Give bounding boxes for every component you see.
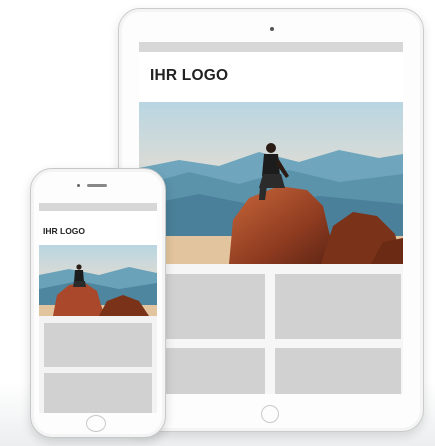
tablet-tile bbox=[275, 348, 401, 394]
tablet-logo[interactable]: IHR LOGO bbox=[150, 67, 228, 85]
phone-logo[interactable]: IHR LOGO bbox=[43, 226, 85, 236]
tablet-tile bbox=[275, 274, 401, 339]
phone-device: IHR LOGO bbox=[30, 168, 166, 438]
home-button-icon[interactable] bbox=[86, 415, 106, 432]
tablet-hero-image bbox=[139, 102, 403, 264]
tablet-top-bar bbox=[139, 42, 403, 52]
home-button-icon[interactable] bbox=[261, 405, 279, 423]
tablet-screen: IHR LOGO bbox=[139, 42, 403, 394]
phone-hero-image bbox=[39, 245, 157, 316]
phone-tile bbox=[44, 373, 152, 413]
camera-icon bbox=[77, 184, 80, 187]
phone-top-bar bbox=[39, 203, 157, 211]
camera-icon bbox=[270, 27, 274, 31]
phone-tile bbox=[44, 323, 152, 367]
speaker-icon bbox=[87, 184, 107, 187]
phone-screen: IHR LOGO bbox=[39, 203, 157, 413]
